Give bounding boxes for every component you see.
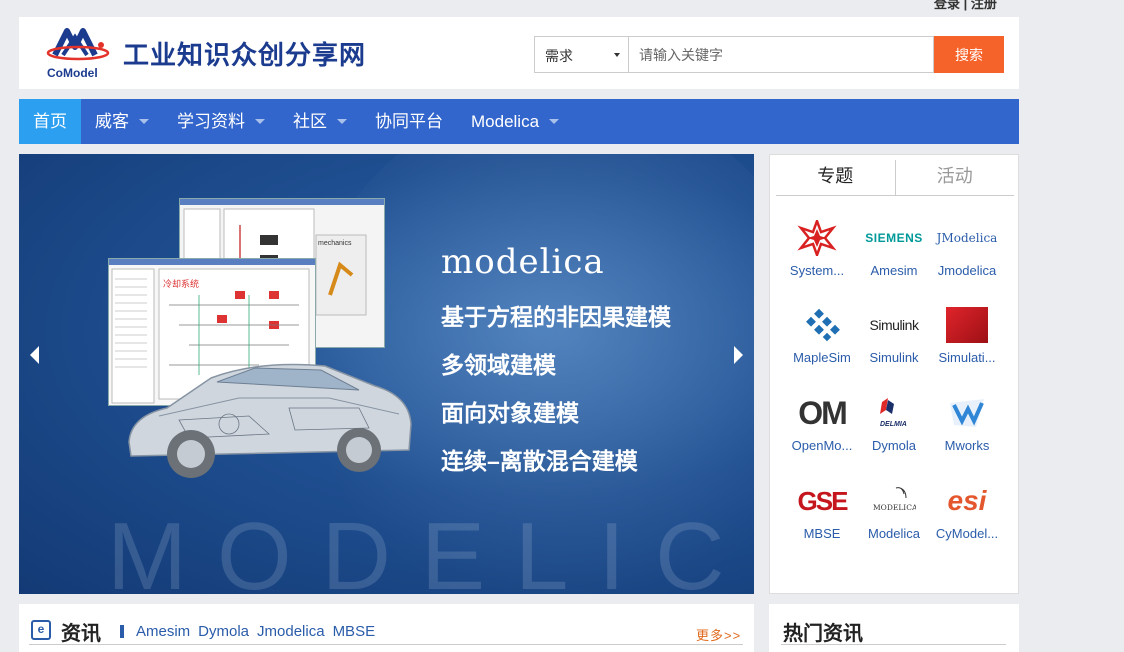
topic-label: Dymola xyxy=(871,438,917,453)
nav-item-learning[interactable]: 学习资料 xyxy=(163,99,279,144)
news-section: e 资讯 Amesim Dymola Jmodelica MBSE 更多>> xyxy=(19,604,754,652)
topic-item-systemmodeler[interactable]: System... xyxy=(778,219,856,278)
search-category-value: 需求 xyxy=(545,48,573,64)
nav-item-community[interactable]: 社区 xyxy=(279,99,361,144)
banner-watermark: MODELICA xyxy=(107,503,754,594)
news-tags: Amesim Dymola Jmodelica MBSE xyxy=(136,623,375,640)
banner-line: 连续–离散混合建模 xyxy=(441,448,638,474)
nav-label: 学习资料 xyxy=(177,112,245,131)
nav-item-home[interactable]: 首页 xyxy=(19,99,81,144)
banner-line: 面向对象建模 xyxy=(441,400,579,426)
nav-item-modelica[interactable]: Modelica xyxy=(457,99,573,144)
site-header: CoModel 工业知识众创分享网 需求 搜索 xyxy=(19,17,1019,89)
main-nav: 首页 威客 学习资料 社区 协同平台 Modelica xyxy=(19,99,1019,144)
nav-label: 首页 xyxy=(33,112,67,131)
topic-label: CyModel... xyxy=(935,526,999,541)
tab-topics[interactable]: 专题 xyxy=(776,160,896,195)
search-input[interactable] xyxy=(628,36,934,73)
nav-label: 威客 xyxy=(95,112,129,131)
nav-label: 社区 xyxy=(293,112,327,131)
news-more-link[interactable]: 更多>> xyxy=(696,625,741,644)
carousel-next-arrow-icon[interactable] xyxy=(734,346,743,364)
modelica-logo-icon: MODELICA xyxy=(872,482,916,520)
search-button[interactable]: 搜索 xyxy=(934,36,1004,73)
topic-item-maplesim[interactable]: MapleSim xyxy=(783,306,861,365)
topic-label: Simulati... xyxy=(938,350,996,365)
topics-tabs: 专题 活动 xyxy=(776,160,1014,196)
svg-text:CoModel: CoModel xyxy=(47,66,98,80)
nav-label: Modelica xyxy=(471,112,540,131)
topic-item-modelica[interactable]: MODELICA Modelica xyxy=(855,482,933,541)
maplesim-icon xyxy=(800,306,844,344)
chevron-down-icon xyxy=(549,119,560,124)
chevron-down-icon xyxy=(139,119,149,124)
news-tag-link[interactable]: Amesim xyxy=(136,623,190,640)
nav-item-collab[interactable]: 协同平台 xyxy=(361,99,457,144)
svg-text:mechanics: mechanics xyxy=(318,240,352,247)
register-link[interactable]: 注册 xyxy=(971,0,997,11)
topic-label: Simulink xyxy=(869,350,919,365)
nav-label: 协同平台 xyxy=(375,112,443,131)
news-tag-link[interactable]: MBSE xyxy=(333,623,376,640)
chevron-down-icon xyxy=(337,119,347,124)
news-tag-link[interactable]: Dymola xyxy=(198,623,249,640)
esi-logo-icon: esi xyxy=(947,485,987,516)
topic-item-mbse[interactable]: GSE MBSE xyxy=(783,482,861,542)
news-e-icon: e xyxy=(31,620,51,640)
topic-item-amesim[interactable]: SIEMENS Amesim xyxy=(855,219,933,278)
search-category-select[interactable]: 需求 xyxy=(534,36,628,73)
mworks-icon xyxy=(945,394,989,432)
svg-text:DELMIA: DELMIA xyxy=(880,421,907,428)
simulink-logo-icon: Simulink xyxy=(869,317,919,333)
topic-item-dymola[interactable]: DELMIA Dymola xyxy=(855,394,933,453)
topics-panel: 专题 活动 System... SIEMENS Amesim JModelica… xyxy=(769,154,1019,594)
comodel-logo[interactable]: CoModel xyxy=(45,23,111,81)
topic-label: Jmodelica xyxy=(937,263,997,278)
search-bar: 需求 搜索 xyxy=(534,36,1004,73)
topic-label: MapleSim xyxy=(793,350,851,365)
news-divider xyxy=(120,625,124,638)
account-links: 登录 | 注册 xyxy=(934,0,997,12)
simulation-red-icon xyxy=(945,306,989,344)
car-cutaway-image xyxy=(128,363,412,478)
topic-item-simulation[interactable]: Simulati... xyxy=(928,306,1006,365)
account-separator: | xyxy=(963,0,968,11)
topic-item-openmodelica[interactable]: OM OpenMo... xyxy=(783,394,861,454)
topic-item-cymodelica[interactable]: esi CyModel... xyxy=(928,482,1006,541)
siemens-logo-icon: SIEMENS xyxy=(865,231,923,245)
topic-label: System... xyxy=(789,263,845,278)
hot-news-section: 热门资讯 xyxy=(769,604,1019,652)
svg-text:冷却系统: 冷却系统 xyxy=(163,278,199,290)
svg-text:MODELICA: MODELICA xyxy=(873,503,916,512)
topic-label: MBSE xyxy=(803,526,841,541)
topic-item-simulink[interactable]: Simulink Simulink xyxy=(855,306,933,365)
topic-item-jmodelica[interactable]: JModelica Jmodelica xyxy=(928,219,1006,278)
openmodelica-icon: OM xyxy=(798,394,848,431)
news-title: 资讯 xyxy=(61,623,101,645)
site-title: 工业知识众创分享网 xyxy=(123,40,367,70)
topic-label: Amesim xyxy=(870,263,918,278)
jmodelica-logo-icon: JModelica xyxy=(936,231,998,245)
topic-label: Mworks xyxy=(944,438,990,453)
carousel-prev-arrow-icon[interactable] xyxy=(30,346,39,364)
topic-label: Modelica xyxy=(867,526,921,541)
nav-item-weike[interactable]: 威客 xyxy=(81,99,163,144)
hot-news-underline xyxy=(781,644,1006,645)
chevron-down-icon xyxy=(614,53,620,57)
chevron-down-icon xyxy=(255,119,265,124)
login-link[interactable]: 登录 xyxy=(934,0,960,11)
hero-carousel[interactable]: MODELICA mechanics 冷却系统 xyxy=(19,154,754,594)
topic-item-mworks[interactable]: Mworks xyxy=(928,394,1006,453)
dymola-delmia-icon: DELMIA xyxy=(872,394,916,432)
topic-label: OpenMo... xyxy=(791,438,853,453)
news-underline xyxy=(29,644,743,645)
tab-events[interactable]: 活动 xyxy=(896,160,1015,195)
wolfram-star-icon xyxy=(795,219,839,257)
banner-line: 基于方程的非因果建模 xyxy=(441,304,671,330)
hot-news-title: 热门资讯 xyxy=(783,623,863,645)
banner-line: 多领域建模 xyxy=(441,352,556,378)
banner-title: modelica xyxy=(441,242,605,282)
news-tag-link[interactable]: Jmodelica xyxy=(257,623,325,640)
mbse-gse-icon: GSE xyxy=(797,485,849,516)
